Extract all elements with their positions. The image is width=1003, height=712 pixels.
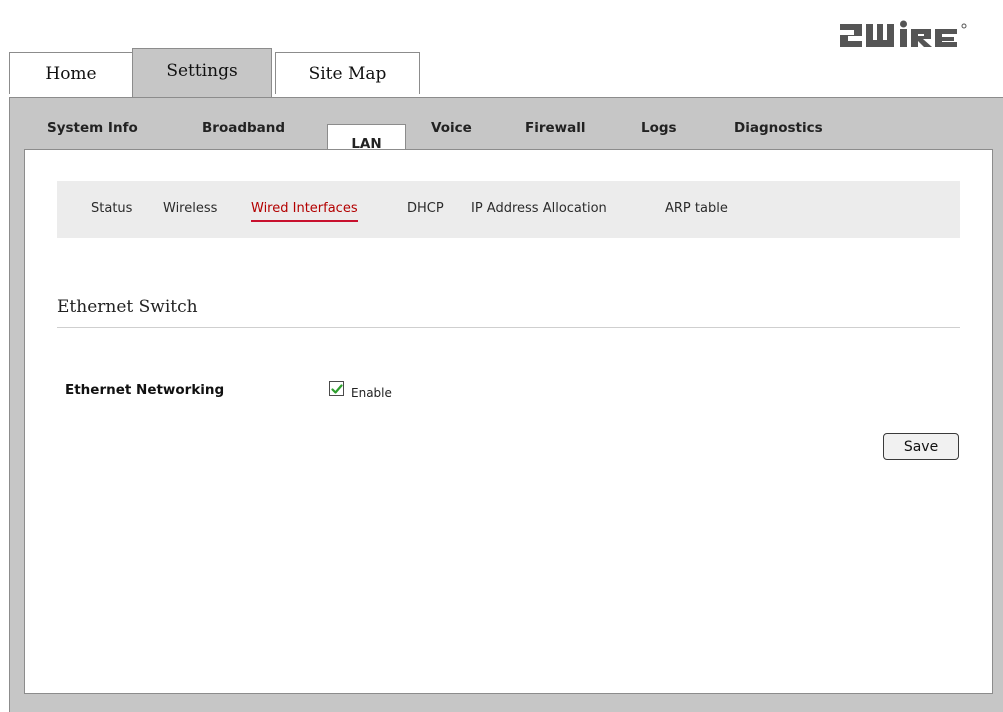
lan-nav-arp-table[interactable]: ARP table: [665, 201, 728, 216]
lan-nav-dhcp[interactable]: DHCP: [407, 201, 444, 216]
enable-checkbox[interactable]: [329, 381, 344, 396]
lan-nav-ip-address-allocation[interactable]: IP Address Allocation: [471, 201, 607, 216]
checkmark-icon: [330, 383, 343, 394]
subtab-diagnostics[interactable]: Diagnostics: [734, 120, 823, 136]
lan-nav-wireless[interactable]: Wireless: [163, 201, 217, 216]
save-button[interactable]: Save: [883, 433, 959, 460]
tab-settings[interactable]: Settings: [132, 48, 272, 98]
settings-panel: System Info Broadband LAN Voice Firewall…: [9, 97, 1003, 712]
subtab-broadband[interactable]: Broadband: [202, 120, 285, 136]
enable-label: Enable: [351, 386, 392, 400]
subtab-firewall[interactable]: Firewall: [525, 120, 586, 136]
tab-site-map[interactable]: Site Map: [275, 52, 420, 94]
tab-home[interactable]: Home: [9, 52, 133, 94]
lan-nav-wired-interfaces[interactable]: Wired Interfaces: [251, 201, 358, 222]
content-panel: Status Wireless Wired Interfaces DHCP IP…: [24, 149, 993, 694]
settings-subtab-bar: System Info Broadband LAN Voice Firewall…: [10, 114, 1003, 160]
lan-subnav: Status Wireless Wired Interfaces DHCP IP…: [57, 181, 960, 238]
subtab-system-info[interactable]: System Info: [47, 120, 138, 136]
ethernet-networking-label: Ethernet Networking: [65, 382, 225, 398]
2wire-logo-mark: [840, 20, 967, 47]
lan-nav-status[interactable]: Status: [91, 201, 132, 216]
subtab-logs[interactable]: Logs: [641, 120, 677, 136]
subtab-voice[interactable]: Voice: [431, 120, 472, 136]
2wire-logo: [840, 14, 1003, 54]
section-title: Ethernet Switch: [57, 297, 198, 317]
section-divider: [57, 327, 960, 328]
